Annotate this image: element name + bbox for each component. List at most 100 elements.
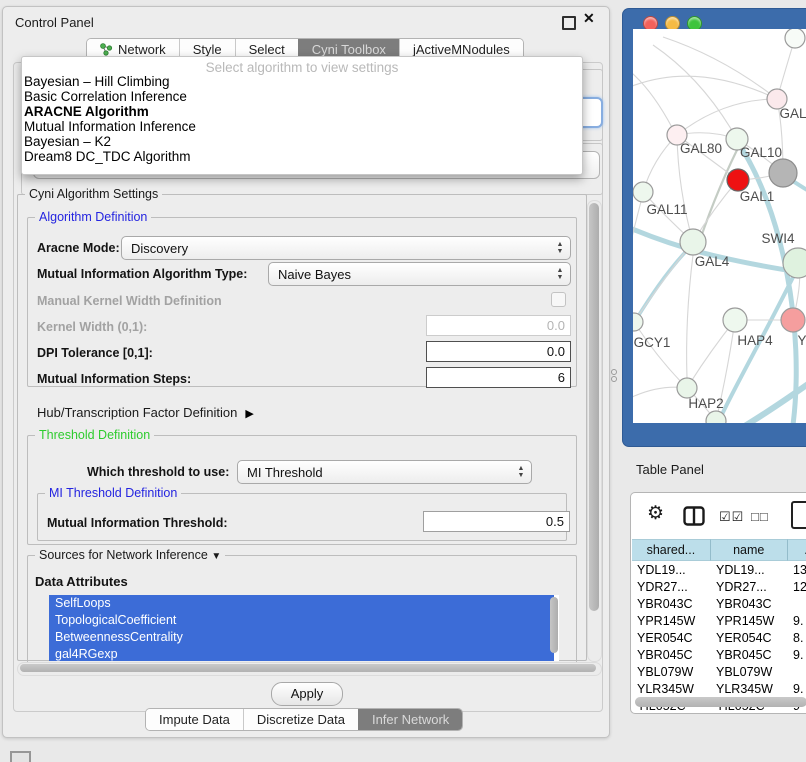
tab-label: Discretize Data (257, 712, 345, 727)
table-header-row: shared...nameA (632, 539, 806, 561)
table-cell: YBR045C (632, 648, 711, 662)
collapsed-arrow-icon: ▶ (245, 407, 253, 420)
dock-panel-icon[interactable] (10, 751, 31, 762)
table-cell: YBR043C (711, 597, 788, 611)
node-label-gal80: GAL80 (680, 141, 722, 156)
algorithm-option-bayesian-k2[interactable]: Bayesian – K2 (24, 134, 580, 149)
table-cell: YDL19... (711, 563, 788, 577)
mi-steps-field[interactable]: 6 (426, 367, 571, 388)
table-row[interactable]: YDL19...YDL19...13 (632, 561, 806, 578)
export-table-icon[interactable] (791, 501, 806, 529)
table-cell: YDR27... (632, 580, 711, 594)
table-cell: YBR043C (632, 597, 711, 611)
table-row[interactable]: YER054CYER054C8. (632, 629, 806, 646)
table-row[interactable]: YBL079WYBL079W (632, 663, 806, 680)
close-panel-icon[interactable]: ✕ (583, 10, 595, 27)
algorithm-definition-title: Algorithm Definition (35, 210, 151, 224)
attributes-scrollbar-thumb[interactable] (550, 597, 558, 653)
bottom-tabbar: Impute Data Discretize Data Infer Network (145, 708, 463, 731)
network-node[interactable] (769, 159, 797, 187)
node-label-gal1: GAL1 (740, 189, 775, 204)
algorithm-option-aracne-algorithm[interactable]: ARACNE Algorithm (24, 104, 580, 119)
node-label-hap4: HAP4 (737, 333, 773, 348)
mi-type-value: Naive Bayes (269, 267, 552, 282)
table-panel-title: Table Panel (636, 462, 704, 477)
node-label-gal4: GAL4 (695, 254, 730, 269)
tab-infer-network[interactable]: Infer Network (358, 709, 462, 730)
float-panel-icon[interactable] (562, 16, 576, 30)
table-cell: YDR27... (711, 580, 788, 594)
panel-splitter-grip[interactable] (611, 368, 617, 380)
node-label-y: Y (797, 333, 806, 348)
apply-button[interactable]: Apply (271, 682, 343, 706)
table-row[interactable]: YLR345WYLR345W9. (632, 680, 806, 697)
mi-threshold-field[interactable]: 0.5 (423, 511, 570, 532)
network-node-y[interactable] (781, 308, 805, 332)
aracne-mode-value: Discovery (122, 241, 552, 256)
deselect-all-icon[interactable]: □□ (751, 509, 769, 524)
tab-impute-data[interactable]: Impute Data (146, 709, 243, 730)
algorithm-option-bayesian-hill-climbing[interactable]: Bayesian – Hill Climbing (24, 74, 580, 89)
hub-definition-label: Hub/Transcription Factor Definition (37, 405, 237, 420)
column-header-a[interactable]: A (788, 539, 806, 561)
table-row[interactable]: YBR043CYBR043C (632, 595, 806, 612)
table-hscrollbar-thumb[interactable] (635, 697, 806, 707)
tab-discretize-data[interactable]: Discretize Data (243, 709, 358, 730)
table-cell: 9. (788, 614, 806, 628)
table-row[interactable]: YPR145WYPR145W9. (632, 612, 806, 629)
table-cell: YER054C (632, 631, 711, 645)
data-attribute-item[interactable]: gal4RGexp (49, 646, 554, 661)
node-table: shared...nameA YDL19...YDL19...13YDR27..… (632, 539, 806, 714)
tab-label: Cyni Toolbox (312, 42, 386, 57)
table-cell: 9. (788, 682, 806, 696)
network-node-hap4[interactable] (723, 308, 747, 332)
table-row[interactable]: YDR27...YDR27...12 (632, 578, 806, 595)
data-attribute-item[interactable]: SelfLoops (49, 595, 554, 612)
split-columns-icon[interactable] (683, 506, 705, 531)
table-body: YDL19...YDL19...13YDR27...YDR27...12YBR0… (632, 561, 806, 714)
tab-label: Style (193, 42, 222, 57)
table-row[interactable]: YBR045CYBR045C9. (632, 646, 806, 663)
data-attribute-item[interactable]: BetweennessCentrality (49, 629, 554, 646)
node-label-gal: GAL (779, 106, 806, 121)
threshold-definition-title: Threshold Definition (35, 428, 154, 442)
column-header-name[interactable]: name (711, 539, 788, 561)
table-cell: YBL079W (632, 665, 711, 679)
aracne-mode-combobox[interactable]: Discovery ▲▼ (121, 236, 571, 260)
network-canvas[interactable]: GALGAL80GAL10GAL1GAL11GAL4SWI4GCY1HAP4YH… (633, 29, 806, 423)
network-node-gal1[interactable] (727, 169, 749, 191)
control-panel-title: Control Panel (15, 13, 94, 33)
table-cell: YPR145W (711, 614, 788, 628)
aracne-mode-label: Aracne Mode: (37, 241, 120, 255)
network-node-hap2[interactable] (677, 378, 697, 398)
cyni-settings-title: Cyni Algorithm Settings (25, 187, 162, 201)
network-node-gal4[interactable] (680, 229, 706, 255)
mi-type-label: Mutual Information Algorithm Type: (37, 267, 247, 281)
hub-definition-toggle[interactable]: Hub/Transcription Factor Definition ▶ (37, 405, 254, 420)
data-attribute-item[interactable]: TopologicalCoefficient (49, 612, 554, 629)
column-header-shared-[interactable]: shared... (632, 539, 711, 561)
tab-label: Infer Network (372, 712, 449, 727)
table-cell: YER054C (711, 631, 788, 645)
select-all-icon[interactable]: ☑☑ (719, 509, 744, 525)
settings-vscrollbar-thumb[interactable] (589, 203, 599, 611)
network-node[interactable] (785, 29, 805, 48)
mi-type-combobox[interactable]: Naive Bayes ▲▼ (268, 262, 571, 286)
network-edge (653, 45, 737, 139)
algorithm-option-basic-correlation-inference[interactable]: Basic Correlation Inference (24, 89, 580, 104)
gear-icon[interactable]: ⚙ (647, 502, 664, 525)
data-attributes-label: Data Attributes (35, 574, 128, 589)
algorithm-option-mutual-information-inference[interactable]: Mutual Information Inference (24, 119, 580, 134)
settings-hscrollbar-thumb[interactable] (20, 664, 596, 672)
which-threshold-label: Which threshold to use: (87, 465, 229, 479)
algorithm-option-dream8-dc-tdc-algorithm[interactable]: Dream8 DC_TDC Algorithm (24, 149, 580, 164)
dpi-tolerance-field[interactable]: 0.0 (426, 341, 571, 362)
mi-steps-label: Mutual Information Steps: (37, 372, 191, 386)
algorithm-option-list: Bayesian – Hill ClimbingBasic Correlatio… (24, 74, 580, 164)
table-cell: 12 (788, 580, 806, 594)
network-node-gcy1[interactable] (633, 313, 643, 331)
network-node-gal11[interactable] (633, 182, 653, 202)
which-threshold-combobox[interactable]: MI Threshold ▲▼ (237, 460, 532, 484)
table-panel-strip: Table Panel (614, 450, 806, 488)
algorithm-placeholder: Select algorithm to view settings (22, 60, 582, 75)
